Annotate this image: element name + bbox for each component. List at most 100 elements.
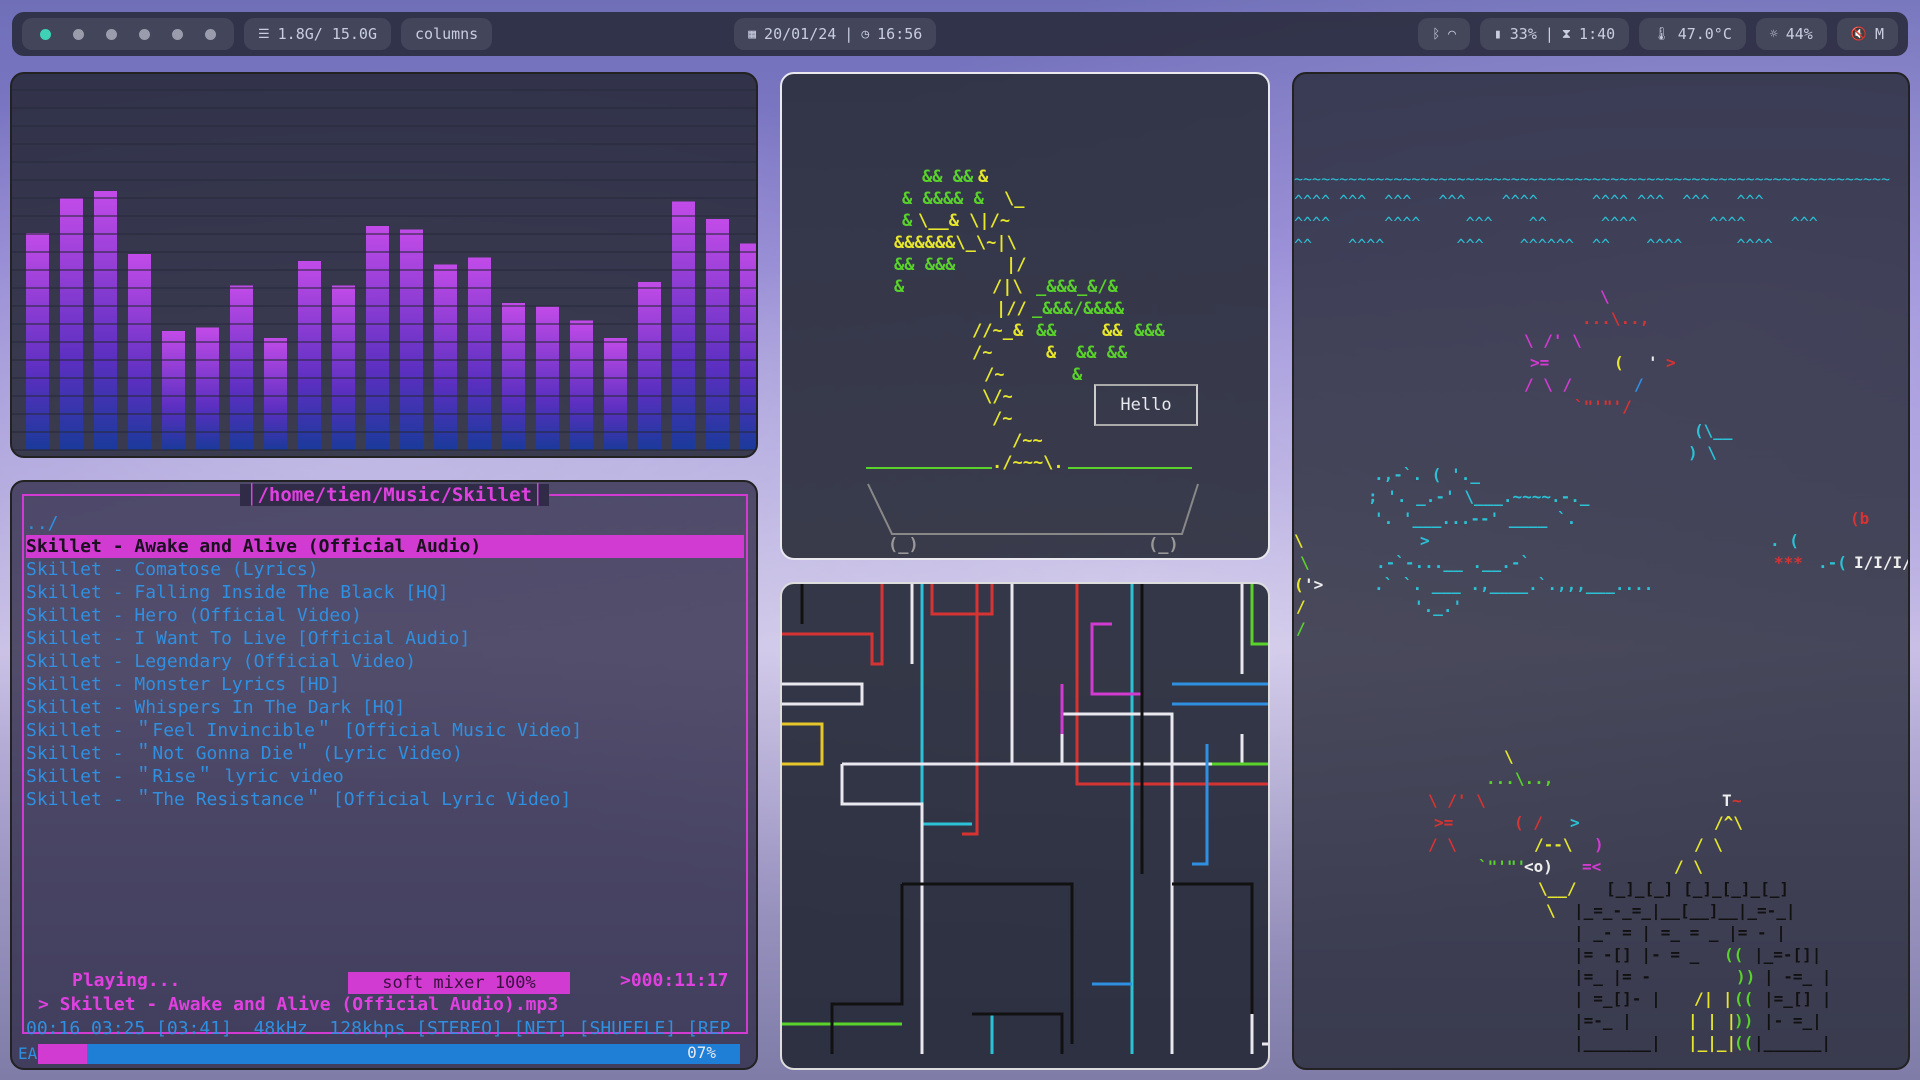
svg-text:\__& \|/~: \__& \|/~: [918, 211, 1010, 231]
track-item[interactable]: Skillet - ＂Not Gonna Die＂ (Lyric Video): [26, 742, 744, 765]
svg-text:~: ~: [1732, 791, 1742, 810]
visualizer-bar: [400, 229, 423, 450]
temperature-widget[interactable]: 🌡 47.0°C: [1639, 18, 1746, 50]
svg-text:/~~: /~~: [1012, 431, 1043, 451]
network-widget[interactable]: ᛒ ◠: [1418, 18, 1470, 50]
progress-bar[interactable]: 07%: [38, 1043, 740, 1064]
svg-text:| -=_ |: | -=_ |: [1764, 967, 1831, 987]
battery-percent: 33%: [1509, 25, 1537, 43]
svg-text:=<: =<: [1582, 857, 1601, 876]
visualizer-bar: [298, 261, 321, 450]
visualizer-bar: [230, 285, 253, 450]
parent-directory[interactable]: ../: [26, 512, 744, 535]
date: 20/01/24: [764, 25, 837, 43]
mute-icon: 🔇: [1850, 26, 1867, 42]
pipes-window[interactable]: [780, 582, 1270, 1070]
workspace-6-dot[interactable]: [205, 28, 216, 40]
now-playing: > Skillet - Awake and Alive (Official Au…: [38, 994, 559, 1015]
bluetooth-icon: ᛒ: [1432, 26, 1441, 42]
workspace-4-dot[interactable]: [139, 28, 150, 40]
svg-text:|//: |//: [996, 299, 1027, 319]
aquarium-window[interactable]: ~~~~~~~~~~~~~~~~~~~~~~~~~~~~~~~~~~~~~~~~…: [1292, 72, 1910, 1070]
svg-text:/~: /~: [992, 409, 1012, 429]
svg-text:/~: /~: [984, 365, 1004, 385]
track-item[interactable]: Skillet - Monster Lyrics [HD]: [26, 673, 744, 696]
visualizer-bars: [12, 89, 756, 451]
svg-text:&: &: [894, 277, 905, 297]
visualizer-bar: [264, 338, 287, 450]
workspace-2-dot[interactable]: [73, 28, 84, 40]
visualizer-bar: [502, 303, 525, 450]
svg-text:) \: ) \: [1688, 443, 1717, 462]
svg-text:/: /: [1634, 375, 1644, 394]
svg-text:>=: >=: [1434, 813, 1453, 832]
svg-text:\ /' \: \ /' \: [1524, 331, 1582, 350]
svg-text:': ': [1648, 353, 1658, 372]
track-item[interactable]: Skillet - Legendary (Official Video): [26, 650, 744, 673]
visualizer-bar: [94, 191, 117, 450]
hourglass-icon: ⧗: [1561, 26, 1572, 42]
visualizer-bar: [604, 338, 627, 450]
clock-icon: ◷: [861, 26, 870, 42]
svg-text:I/I/I/: I/I/I/: [1854, 553, 1910, 572]
svg-text:&: &: [1046, 343, 1057, 363]
track-item[interactable]: Skillet - Awake and Alive (Official Audi…: [26, 535, 744, 558]
visualizer-bar: [468, 257, 491, 450]
battery-icon: ▮: [1493, 26, 1502, 42]
workspace-1-dot[interactable]: [40, 28, 51, 40]
svg-text:/ \: / \: [1674, 857, 1703, 876]
svg-text:| =_[]- |: | =_[]- |: [1574, 989, 1661, 1009]
track-item[interactable]: Skillet - ＂Feel Invincible＂ [Official Mu…: [26, 719, 744, 742]
audio-visualizer-window[interactable]: [10, 72, 758, 458]
track-item[interactable]: Skillet - Hero (Official Video): [26, 604, 744, 627]
svg-text:(: (: [1614, 353, 1624, 372]
track-item[interactable]: Skillet - I Want To Live [Official Audio…: [26, 627, 744, 650]
workspace-5-dot[interactable]: [172, 28, 183, 40]
svg-text:[_]_[_] [_]_[_]_[_]: [_]_[_] [_]_[_]_[_]: [1606, 879, 1789, 898]
track-item[interactable]: Skillet - ＂The Resistance＂ [Official Lyr…: [26, 788, 744, 811]
track-item[interactable]: Skillet - ＂Rise＂ lyric video: [26, 765, 744, 788]
svg-text:`"'"': `"'"': [1478, 857, 1526, 876]
track-info: 00:16 03:25 [03:41] 48kHz 128kbps [STERE…: [26, 1018, 731, 1039]
speech-bubble: Hello: [1094, 384, 1198, 426]
workspaces[interactable]: [22, 18, 234, 50]
brightness-widget[interactable]: ☼ 44%: [1755, 18, 1827, 50]
music-player-window[interactable]: │/home/tien/Music/Skillet│ ../ Skillet -…: [10, 480, 758, 1070]
layout-indicator[interactable]: columns: [401, 18, 493, 50]
visualizer-bar: [434, 264, 457, 450]
bonsai-window[interactable]: && && & & &&&& & \_ & \__& \|/~ &&&&&&\_\~|…: [780, 72, 1270, 560]
svg-text:((: ((: [1724, 945, 1743, 964]
mixer-status: soft mixer 100%: [348, 972, 570, 994]
track-item[interactable]: Skillet - Whispers In The Dark [HQ]: [26, 696, 744, 719]
playback-status: Playing...: [72, 970, 181, 991]
svg-text:&&: &&: [1102, 321, 1123, 341]
svg-text:\: \: [1600, 287, 1610, 306]
track-list[interactable]: ../ Skillet - Awake and Alive (Official …: [26, 512, 744, 811]
svg-text:\: \: [1546, 901, 1556, 920]
svg-text:_&&&/&&&&: _&&&/&&&&: [1032, 299, 1125, 319]
svg-text:|=_ |= -: |=_ |= -: [1574, 967, 1651, 987]
volume-widget[interactable]: 🔇 M: [1836, 18, 1899, 50]
svg-text:...\..,: ...\..,: [1486, 769, 1553, 788]
clock-widget[interactable]: ▦ 20/01/24 | ◷ 16:56: [734, 18, 937, 50]
svg-text:_&&&_&/&: _&&&_&/&: [1036, 277, 1119, 297]
track-item[interactable]: Skillet - Falling Inside The Black [HQ]: [26, 581, 744, 604]
memory-widget[interactable]: ☰ 1.8G/ 15.0G: [244, 18, 391, 50]
svg-text:|= -[] |- = _: |= -[] |- = _: [1574, 945, 1700, 965]
svg-text:.,-`. ( '._: .,-`. ( '._: [1374, 465, 1480, 484]
svg-text:'._.': '._.': [1414, 597, 1462, 616]
battery-widget[interactable]: ▮ 33% | ⧗ 1:40: [1479, 18, 1630, 50]
svg-text:...\..,: ...\..,: [1582, 309, 1649, 328]
svg-text:>=: >=: [1530, 353, 1549, 372]
svg-text:<o): <o): [1524, 857, 1553, 876]
svg-text:./~~~\.: ./~~~\.: [992, 453, 1064, 473]
workspace-3-dot[interactable]: [106, 28, 117, 40]
svg-text:&&&: &&&: [1134, 321, 1165, 341]
svg-text:| _- = | =_ = _ |= - |: | _- = | =_ = _ |= - |: [1574, 923, 1786, 943]
svg-text:&& &&: && &&: [1076, 343, 1128, 363]
volume: M: [1874, 25, 1885, 43]
time: 16:56: [877, 25, 923, 43]
track-item[interactable]: Skillet - Comatose (Lyrics): [26, 558, 744, 581]
calendar-icon: ▦: [748, 26, 757, 42]
visualizer-bar: [332, 285, 355, 450]
